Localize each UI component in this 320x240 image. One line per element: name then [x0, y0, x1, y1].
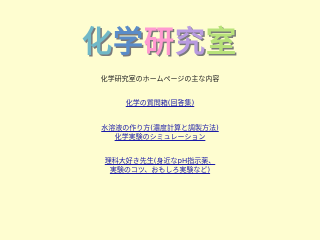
banner-char-5: 室: [206, 25, 236, 60]
banner-logo: 化 学 研 究 室: [82, 25, 236, 60]
page: 化 学 研 究 室 化学研究室のホームページの主な内容 化学の質問箱(回答集) …: [0, 0, 320, 240]
banner-char-2: 学: [113, 25, 143, 60]
link-experiment-tips[interactable]: 実験のコツ、おもしろ実験など): [0, 166, 320, 175]
content-links: 化学の質問箱(回答集) 水溶液の作り方(濃度計算と調製方法) 化学実験のシミュレ…: [0, 99, 320, 175]
link-solution-prep[interactable]: 水溶液の作り方(濃度計算と調製方法): [0, 124, 320, 133]
link-science-teacher[interactable]: 理科大好き先生(身近なpH指示薬、: [0, 157, 320, 166]
link-experiment-simulation[interactable]: 化学実験のシミュレーション: [0, 133, 320, 142]
banner-char-3: 研: [144, 25, 174, 60]
link-chemistry-qa[interactable]: 化学の質問箱(回答集): [0, 99, 320, 108]
page-subtitle: 化学研究室のホームページの主な内容: [100, 75, 220, 83]
banner-char-4: 究: [175, 25, 205, 60]
banner-char-1: 化: [82, 25, 112, 60]
